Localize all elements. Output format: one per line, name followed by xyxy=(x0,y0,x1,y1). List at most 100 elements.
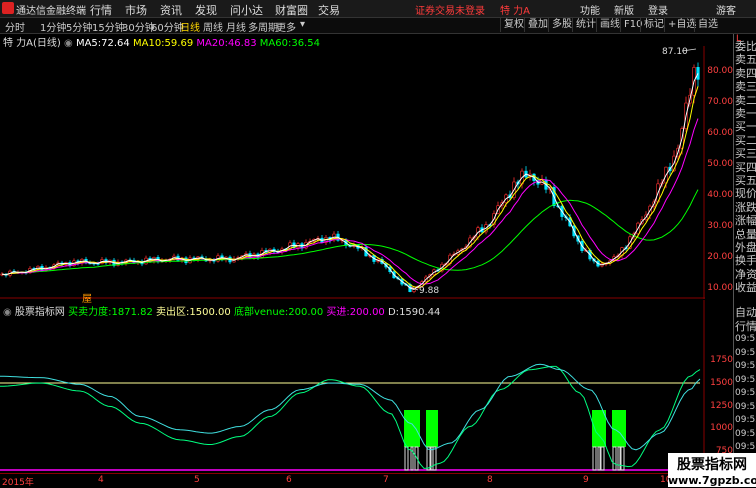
date-jun: 6 xyxy=(286,475,292,485)
ind-tick-1000: 1000 xyxy=(710,423,733,433)
price-tick-80: 80.00 xyxy=(707,66,733,76)
tab-5min[interactable]: 5分钟 xyxy=(66,19,92,34)
price-tick-10: 10.00 xyxy=(707,283,733,293)
date-apr: 4 xyxy=(98,475,104,485)
candles-group xyxy=(0,62,700,294)
side-label-2: 卖四 xyxy=(735,66,756,80)
bottom-signal-bar-2a xyxy=(592,446,597,471)
bottom-signal-bar-2c xyxy=(597,446,601,471)
side-label-1: 卖五 xyxy=(735,53,756,67)
watermark-title: 股票指标网 xyxy=(677,457,747,473)
tab-monthly[interactable]: 月线 xyxy=(226,19,246,34)
bottom-signal-bar-3c xyxy=(617,446,621,471)
price-tick-50: 50.00 xyxy=(707,159,733,169)
side-label-5: 卖一 xyxy=(735,107,756,120)
side-label-6: 买一 xyxy=(735,120,756,134)
tab-15min[interactable]: 15分钟 xyxy=(92,19,125,34)
side-label-3: 卖三 xyxy=(735,80,756,94)
side-label-17: 净资 xyxy=(735,267,756,281)
candle-body xyxy=(696,67,700,80)
menu-jiaoyi[interactable]: 交易 xyxy=(318,2,340,18)
menu-xinban[interactable]: 新版 xyxy=(614,2,634,17)
side-tick-7: 09:52 xyxy=(735,401,756,412)
menu-denglu[interactable]: 登录 xyxy=(648,2,668,17)
ma5-line xyxy=(1,73,699,290)
bottom-bars-group xyxy=(404,410,626,471)
tab-daily[interactable]: 日线 xyxy=(180,19,200,34)
btn-diejia[interactable]: 叠加 xyxy=(524,18,551,32)
date-axis: 2015年 4 5 6 7 8 9 10 xyxy=(0,473,705,488)
price-tick-40: 40.00 xyxy=(707,190,733,200)
app-title: 通达信金融终端 xyxy=(16,6,86,17)
tab-more[interactable]: 更多 xyxy=(276,19,296,34)
side-tick-4: 09:52 xyxy=(735,361,756,371)
tab-30min[interactable]: 30分钟 xyxy=(122,19,155,34)
side-label-11: 现价 xyxy=(735,187,756,201)
date-sep: 9 xyxy=(583,475,589,485)
side-label-0: 委比 xyxy=(735,40,756,53)
menu-hangqing[interactable]: 行情 xyxy=(90,2,112,18)
menu-zixun[interactable]: 资讯 xyxy=(160,2,182,18)
menu-wenxiaoda[interactable]: 问小达 xyxy=(230,2,263,18)
tab-fenshi[interactable]: 分时 xyxy=(5,19,25,34)
ind-tick-1500: 1500 xyxy=(710,378,733,388)
bottom-signal-bar-0a xyxy=(404,446,409,471)
side-label-7: 买二 xyxy=(735,133,756,147)
app-logo-icon xyxy=(2,2,14,14)
side-tick-5: 09:52 xyxy=(735,374,756,385)
side-tick-8: 09:52 xyxy=(735,415,756,425)
ma10-line xyxy=(1,86,699,288)
side-tick-1: 行情 xyxy=(735,319,756,333)
price-tick-20: 20.00 xyxy=(707,252,733,262)
btn-huaxian[interactable]: 画线 xyxy=(596,18,623,32)
stock-short-name: 特 力A xyxy=(500,6,531,17)
dropdown-arrow-icon[interactable]: ▾ xyxy=(300,19,305,30)
tab-1min[interactable]: 1分钟 xyxy=(40,19,66,34)
date-may: 5 xyxy=(194,475,200,485)
btn-duogu[interactable]: 多股 xyxy=(548,18,575,32)
side-tick-0: 自动 xyxy=(735,306,756,319)
bottom-signal-bar-3b xyxy=(620,446,625,471)
login-warning[interactable]: 证券交易未登录 xyxy=(415,2,485,17)
quote-side-panel: L 委比 卖五 卖四 卖三 卖二 卖一 买一 买二 买三 买四 买五 现价 涨跌 涨幅 总量 外盘 换手 净资 收益… xyxy=(733,34,756,487)
side-tick-9: 09:53 xyxy=(735,428,756,439)
side-tick-2: 09:51 xyxy=(735,334,756,344)
kline-chart[interactable]: 87.10 9.88 xyxy=(0,46,705,299)
btn-biaoji[interactable]: 标记 xyxy=(640,18,667,32)
menu-youke[interactable]: 游客 xyxy=(716,2,736,17)
watermark: 股票指标网 www.7gpzb.com xyxy=(668,453,756,487)
bottom-signal-block-3 xyxy=(612,410,626,447)
tab-60min[interactable]: 60分钟 xyxy=(151,19,184,34)
side-label-14: 总量 xyxy=(735,227,756,241)
date-aug: 8 xyxy=(487,475,493,485)
menu-caifuquan[interactable]: 财富圈 xyxy=(275,2,308,18)
menu-bar: 通达信金融终端 行情 市场 资讯 发现 问小达 财富圈 交易 证券交易未登录 特… xyxy=(0,0,756,18)
side-label-16: 换手 xyxy=(735,254,756,268)
bottom-signal-bar-3a xyxy=(612,446,617,471)
tab-multi-period[interactable]: 多周期 xyxy=(248,19,278,34)
side-label-18: 收益 xyxy=(735,281,756,295)
menu-gongneng[interactable]: 功能 xyxy=(580,2,600,17)
side-tick-3: 09:51 xyxy=(735,347,756,358)
side-label-9: 买四 xyxy=(735,160,756,174)
ind-tick-1250: 1250 xyxy=(710,401,733,411)
side-label-8: 买三 xyxy=(735,147,756,161)
bottom-signal-block-0 xyxy=(404,410,420,447)
high-annotation: 87.10 xyxy=(662,47,688,57)
menu-shichang[interactable]: 市场 xyxy=(125,2,147,18)
ind-tick-1750: 1750 xyxy=(710,355,733,365)
bottom-signal-bar-1a xyxy=(426,446,431,471)
btn-tongji[interactable]: 统计 xyxy=(572,18,599,32)
menu-faxian[interactable]: 发现 xyxy=(195,2,217,18)
btn-zixuan[interactable]: 自选 xyxy=(694,18,721,32)
price-tick-70: 70.00 xyxy=(707,97,733,107)
side-label-12: 涨跌 xyxy=(735,200,756,214)
watermark-url: www.7gpzb.com xyxy=(668,474,756,487)
date-2015: 2015年 xyxy=(2,478,34,488)
btn-fuquan[interactable]: 复权 xyxy=(500,18,527,32)
period-toolbar: 分时 1分钟 5分钟 15分钟 30分钟 60分钟 日线 周线 月线 多周期 更… xyxy=(0,18,756,34)
tab-weekly[interactable]: 周线 xyxy=(203,19,223,34)
side-label-15: 外盘 xyxy=(735,241,756,254)
price-tick-30: 30.00 xyxy=(707,221,733,231)
indicator-chart[interactable] xyxy=(0,300,705,472)
